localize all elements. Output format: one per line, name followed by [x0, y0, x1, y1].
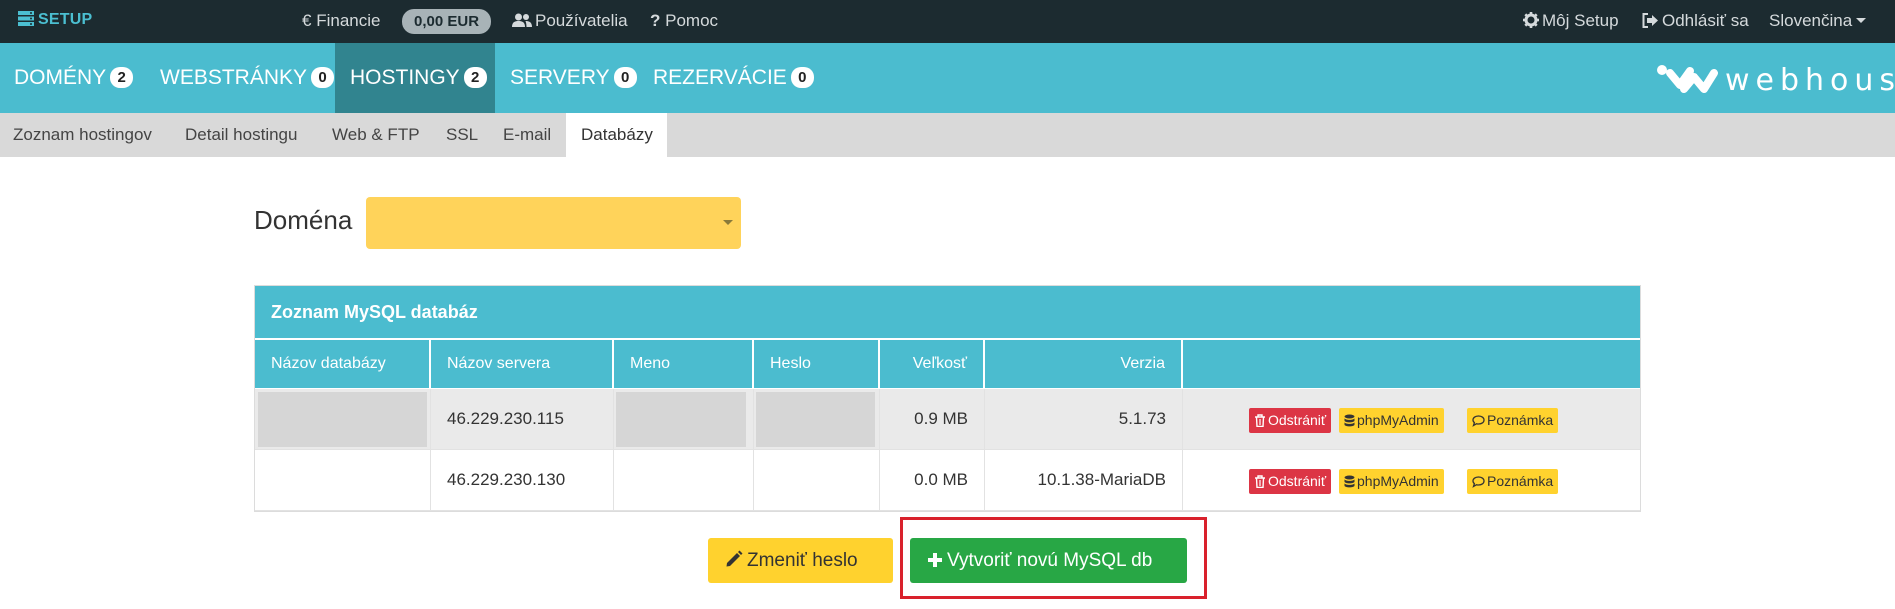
subtab-zoznam-hostingov[interactable]: Zoznam hostingov — [0, 113, 165, 157]
domain-label: Doména — [254, 205, 353, 235]
cell-size: 0.9 MB — [880, 389, 985, 449]
finance-label: Financie — [316, 11, 381, 30]
note-button[interactable]: Poznámka — [1467, 408, 1559, 433]
comment-icon — [1472, 476, 1485, 488]
phpmyadmin-button[interactable]: phpMyAdmin — [1339, 408, 1444, 433]
tab-label: HOSTINGY — [350, 66, 460, 89]
trash-icon — [1255, 414, 1265, 428]
webhouse-logo-icon — [1657, 65, 1718, 93]
brand-label: SETUP — [38, 11, 93, 28]
change-password-label: Zmeniť heslo — [747, 550, 858, 571]
domain-select[interactable] — [366, 197, 741, 249]
chevron-down-icon — [723, 220, 733, 225]
tab-domeny[interactable]: DOMÉNY 2 — [0, 43, 147, 113]
finance-link[interactable]: € Financie — [302, 11, 380, 31]
database-icon — [1344, 414, 1355, 427]
my-setup-link[interactable]: Môj Setup — [1523, 11, 1619, 31]
trash-icon — [1255, 475, 1265, 489]
panel-title: Zoznam MySQL databáz — [255, 286, 1640, 338]
euro-icon: € — [302, 11, 312, 30]
tab-servery[interactable]: SERVERY 0 — [496, 43, 651, 113]
gear-icon — [1523, 12, 1539, 28]
tab-hostingy[interactable]: HOSTINGY 2 — [335, 43, 495, 113]
question-icon: ? — [650, 11, 661, 30]
logout-link[interactable]: Odhlásiť sa — [1642, 11, 1749, 31]
cell-size: 0.0 MB — [880, 450, 985, 510]
cell-user — [614, 450, 754, 510]
tab-label: WEBSTRÁNKY — [160, 66, 308, 89]
server-icon — [18, 11, 34, 26]
language-dropdown[interactable]: Slovenčina — [1769, 11, 1867, 31]
col-header-actions — [1183, 340, 1640, 388]
logout-label: Odhlásiť sa — [1662, 11, 1749, 30]
help-link[interactable]: ? Pomoc — [650, 11, 718, 31]
count-badge: 0 — [613, 67, 637, 88]
col-header-version[interactable]: Verzia — [985, 340, 1181, 388]
subtab-web-ftp[interactable]: Web & FTP — [320, 113, 432, 157]
table-header: Názov databázy Názov servera Meno Heslo … — [255, 340, 1640, 388]
balance-badge[interactable]: 0,00 EUR — [402, 9, 492, 34]
count-badge: 2 — [463, 67, 487, 88]
phpmyadmin-label: phpMyAdmin — [1357, 412, 1439, 428]
users-icon — [512, 13, 532, 27]
delete-label: Odstrániť — [1268, 412, 1327, 428]
redacted-block — [756, 392, 875, 447]
col-header-db-name[interactable]: Názov databázy — [255, 340, 429, 388]
subtab-email[interactable]: E-mail — [491, 113, 563, 157]
pencil-icon — [726, 550, 743, 567]
main-nav: DOMÉNY 2 WEBSTRÁNKY 0 HOSTINGY 2 SERVERY 0 R… — [0, 43, 1895, 113]
database-icon — [1344, 475, 1355, 488]
redacted-block — [258, 392, 427, 447]
col-header-password[interactable]: Heslo — [754, 340, 878, 388]
table-row: 46.229.230.130 0.0 MB 10.1.38-MariaDB Od… — [255, 450, 1640, 511]
phpmyadmin-label: phpMyAdmin — [1357, 473, 1439, 489]
cell-actions: Odstrániť phpMyAdmin Poznámka — [1183, 450, 1640, 510]
table-row: 46.229.230.115 0.9 MB 5.1.73 Odstrániť p… — [255, 389, 1640, 450]
highlight-box — [900, 517, 1207, 599]
mysql-db-panel: Zoznam MySQL databáz Názov databázy Názo… — [254, 285, 1641, 512]
count-badge: 2 — [110, 67, 134, 88]
comment-icon — [1472, 415, 1485, 427]
subtab-detail-hostingu[interactable]: Detail hostingu — [172, 113, 310, 157]
tab-label: SERVERY — [510, 66, 610, 89]
note-button[interactable]: Poznámka — [1467, 469, 1559, 494]
language-label: Slovenčina — [1769, 11, 1853, 30]
sub-nav: Zoznam hostingov Detail hostingu Web & F… — [0, 113, 1895, 157]
chevron-down-icon — [1856, 18, 1867, 23]
users-link[interactable]: Používatelia — [512, 11, 628, 31]
note-label: Poznámka — [1487, 412, 1554, 428]
delete-label: Odstrániť — [1268, 473, 1327, 489]
help-label: Pomoc — [665, 11, 719, 30]
my-setup-label: Môj Setup — [1542, 11, 1619, 30]
note-label: Poznámka — [1487, 473, 1554, 489]
tab-webstranky[interactable]: WEBSTRÁNKY 0 — [146, 43, 348, 113]
subtab-ssl[interactable]: SSL — [434, 113, 490, 157]
cell-db-name — [255, 450, 431, 510]
tab-rezervacie[interactable]: REZERVÁCIE 0 — [639, 43, 828, 113]
col-header-server-name[interactable]: Názov servera — [431, 340, 612, 388]
count-badge: 0 — [311, 67, 335, 88]
col-header-size[interactable]: Veľkosť — [880, 340, 983, 388]
tab-label: REZERVÁCIE — [653, 66, 787, 89]
users-label: Používatelia — [535, 11, 628, 30]
cell-version: 5.1.73 — [985, 389, 1183, 449]
col-header-user[interactable]: Meno — [614, 340, 752, 388]
setup-brand-link[interactable]: SETUP — [18, 11, 92, 29]
cell-server-name: 46.229.230.130 — [431, 450, 614, 510]
cell-version: 10.1.38-MariaDB — [985, 450, 1183, 510]
phpmyadmin-button[interactable]: phpMyAdmin — [1339, 469, 1444, 494]
cell-actions: Odstrániť phpMyAdmin Poznámka — [1183, 389, 1640, 449]
cell-password — [754, 450, 880, 510]
delete-button[interactable]: Odstrániť — [1249, 469, 1332, 494]
top-bar: SETUP € Financie 0,00 EUR Používatelia ?… — [0, 0, 1895, 43]
delete-button[interactable]: Odstrániť — [1249, 408, 1332, 433]
logo-text: webhouse — [1725, 63, 1895, 98]
logout-icon — [1642, 13, 1658, 28]
redacted-block — [616, 392, 746, 447]
count-badge: 0 — [790, 67, 814, 88]
subtab-databazy[interactable]: Databázy — [566, 113, 667, 157]
cell-server-name: 46.229.230.115 — [431, 389, 614, 449]
change-password-button[interactable]: Zmeniť heslo — [708, 538, 893, 583]
tab-label: DOMÉNY — [14, 66, 107, 89]
